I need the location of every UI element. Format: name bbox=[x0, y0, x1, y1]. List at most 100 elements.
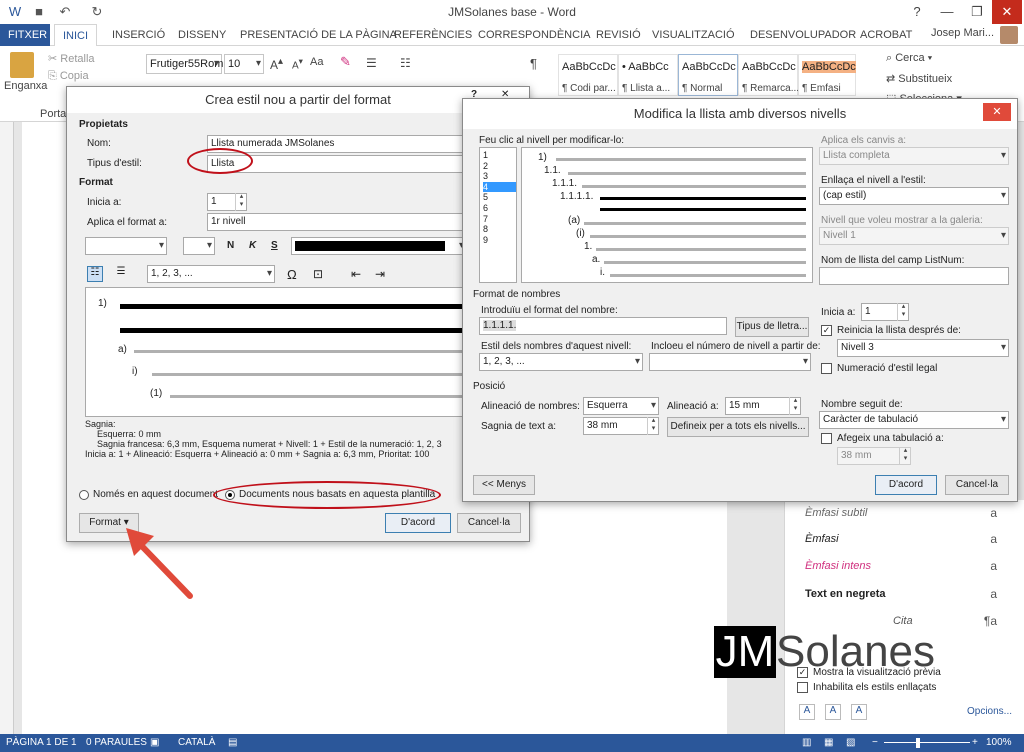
style-tile[interactable]: AaBbCcDc ¶ Codi par... bbox=[558, 54, 618, 96]
level-list[interactable]: 1 2 3 4 5 6 7 8 9 bbox=[479, 147, 517, 283]
manage-styles-icon[interactable]: A bbox=[851, 704, 867, 720]
gallery-level-select[interactable]: Nivell 1 bbox=[819, 227, 1009, 245]
read-mode-icon[interactable]: ▥ bbox=[802, 737, 811, 748]
cancel-button[interactable]: Cancel·la bbox=[945, 475, 1009, 495]
symbol-icon[interactable]: Ω bbox=[287, 267, 297, 282]
text-indent-spinner[interactable]: ▴ ▾ bbox=[647, 417, 659, 435]
font-color-select[interactable] bbox=[291, 237, 467, 255]
macro-icon[interactable]: ▤ bbox=[228, 737, 237, 748]
tab-home[interactable]: INICI bbox=[54, 24, 98, 47]
zoom-thumb[interactable] bbox=[916, 738, 920, 748]
style-item[interactable]: Èmfasi intens a bbox=[805, 555, 1005, 581]
font-name-select[interactable]: Frutiger55Rom bbox=[146, 54, 223, 74]
page-count[interactable]: PÀGINA 1 DE 1 bbox=[6, 737, 77, 748]
paste-button[interactable]: Enganxa bbox=[4, 80, 47, 92]
zoom-slider[interactable] bbox=[884, 742, 970, 743]
style-tile[interactable]: AaBbCcDc ¶ Emfasi bbox=[798, 54, 856, 96]
print-layout-icon[interactable]: ▦ bbox=[824, 737, 833, 748]
bold-button[interactable]: N bbox=[227, 240, 234, 251]
zoom-level[interactable]: 100% bbox=[986, 737, 1012, 748]
help-icon[interactable]: ? bbox=[902, 0, 932, 24]
tab-mailings[interactable]: CORRESPONDÈNCIA bbox=[470, 24, 598, 46]
underline-button[interactable]: S bbox=[271, 240, 278, 251]
style-tile[interactable]: • AaBbCc ¶ Llista a... bbox=[618, 54, 678, 96]
restart-level-select[interactable]: Nivell 3 bbox=[837, 339, 1009, 357]
level-item[interactable]: 5 bbox=[483, 192, 516, 203]
include-level-select[interactable] bbox=[649, 353, 811, 371]
zoom-in-icon[interactable]: + bbox=[972, 737, 978, 748]
restore-button[interactable]: ❐ bbox=[962, 0, 992, 24]
style-item[interactable]: Èmfasi a bbox=[805, 528, 1005, 554]
number-format-input[interactable]: 1.1.1.1. bbox=[479, 317, 727, 335]
change-case-button[interactable]: Aa bbox=[310, 56, 323, 68]
font-button[interactable]: Tipus de lletra... bbox=[735, 317, 809, 337]
number-style-select[interactable]: 1, 2, 3, ... bbox=[147, 265, 275, 283]
style-item[interactable]: Text en negreta a bbox=[805, 583, 1005, 609]
start-spinner[interactable]: ▴ ▾ bbox=[235, 193, 247, 211]
language[interactable]: CATALÀ bbox=[178, 737, 215, 748]
picture-bullet-icon[interactable]: ⊡ bbox=[313, 267, 323, 281]
shrink-font-icon[interactable]: A▾ bbox=[292, 56, 303, 71]
cancel-button[interactable]: Cancel·la bbox=[457, 513, 521, 533]
bullets-icon[interactable]: ☰ bbox=[113, 266, 129, 282]
increase-indent-icon[interactable]: ⇥ bbox=[375, 267, 385, 281]
copy-button[interactable]: ⎘ Copia bbox=[48, 70, 89, 83]
add-tab-spinner[interactable]: ▴ ▾ bbox=[899, 447, 911, 465]
font-size-select[interactable]: 10 bbox=[224, 54, 264, 74]
follow-number-select[interactable]: Caràcter de tabulació bbox=[819, 411, 1009, 429]
web-layout-icon[interactable]: ▧ bbox=[846, 737, 855, 748]
help-icon[interactable]: ? bbox=[471, 89, 477, 100]
grow-font-icon[interactable]: A▴ bbox=[270, 56, 283, 72]
close-icon[interactable]: ✕ bbox=[501, 89, 509, 100]
zoom-out-icon[interactable]: − bbox=[872, 737, 878, 748]
close-button[interactable]: ✕ bbox=[992, 0, 1022, 24]
tab-developer[interactable]: DESENVOLUPADOR bbox=[742, 24, 864, 46]
level-item[interactable]: 2 bbox=[483, 161, 516, 172]
level-item[interactable]: 9 bbox=[483, 235, 516, 246]
tab-layout[interactable]: PRESENTACIÓ DE LA PÀGINA bbox=[232, 24, 405, 46]
bullets-icon[interactable]: ☰ bbox=[366, 56, 377, 70]
paragraph-marks-icon[interactable]: ¶ bbox=[530, 56, 537, 71]
style-item[interactable]: Èmfasi subtil a bbox=[805, 502, 1005, 528]
proofing-icon[interactable]: ▣ bbox=[150, 737, 159, 748]
tab-view[interactable]: VISUALITZACIÓ bbox=[644, 24, 743, 46]
tab-review[interactable]: REVISIÓ bbox=[588, 24, 649, 46]
alignment-select[interactable]: Esquerra bbox=[583, 397, 659, 415]
aligned-at-spinner[interactable]: ▴ ▾ bbox=[789, 397, 801, 415]
font-select[interactable] bbox=[85, 237, 167, 255]
tab-references[interactable]: REFERÈNCIES bbox=[386, 24, 480, 46]
level-item-selected[interactable]: 4 bbox=[483, 181, 516, 193]
close-button[interactable]: ✕ bbox=[983, 103, 1011, 121]
apply-changes-select[interactable]: Llista completa bbox=[819, 147, 1009, 165]
font-size-select[interactable] bbox=[183, 237, 215, 255]
tab-file[interactable]: FITXER bbox=[0, 24, 50, 46]
numbering-icon[interactable]: ☷ bbox=[87, 266, 103, 282]
less-button[interactable]: << Menys bbox=[473, 475, 535, 495]
cut-button[interactable]: ✂ Retalla bbox=[48, 52, 95, 65]
style-tile[interactable]: AaBbCcDc ¶ Normal bbox=[678, 54, 738, 96]
link-style-select[interactable]: (cap estil) bbox=[819, 187, 1009, 205]
word-count[interactable]: 0 PARAULES bbox=[86, 737, 147, 748]
replace-button[interactable]: ⇄ Substitueix bbox=[886, 72, 952, 85]
number-style-select[interactable]: 1, 2, 3, ... bbox=[479, 353, 643, 371]
new-style-icon[interactable]: A bbox=[799, 704, 815, 720]
options-link[interactable]: Opcions... bbox=[967, 706, 1012, 717]
ok-button[interactable]: D'acord bbox=[385, 513, 451, 533]
level-item[interactable]: 3 bbox=[483, 171, 516, 182]
style-tile[interactable]: AaBbCcDc ¶ Remarca... bbox=[738, 54, 799, 96]
user-name[interactable]: Josep Mari... bbox=[931, 27, 994, 39]
start-at-spinner[interactable]: ▴ ▾ bbox=[897, 303, 909, 321]
minimize-button[interactable]: — bbox=[932, 0, 962, 24]
clear-format-icon[interactable]: ✎ bbox=[340, 54, 351, 70]
tab-insert[interactable]: INSERCIÓ bbox=[104, 24, 173, 46]
tab-design[interactable]: DISSENY bbox=[170, 24, 234, 46]
level-item[interactable]: 1 bbox=[483, 150, 516, 161]
style-name-input[interactable]: Llista numerada JMSolanes bbox=[207, 135, 467, 153]
italic-button[interactable]: K bbox=[249, 240, 256, 251]
level-item[interactable]: 6 bbox=[483, 203, 516, 214]
paste-icon[interactable] bbox=[10, 52, 34, 78]
listnum-input[interactable] bbox=[819, 267, 1009, 285]
find-button[interactable]: ⌕ Cerca ▾ bbox=[886, 52, 932, 65]
level-item[interactable]: 8 bbox=[483, 224, 516, 235]
tab-acrobat[interactable]: ACROBAT bbox=[852, 24, 920, 46]
